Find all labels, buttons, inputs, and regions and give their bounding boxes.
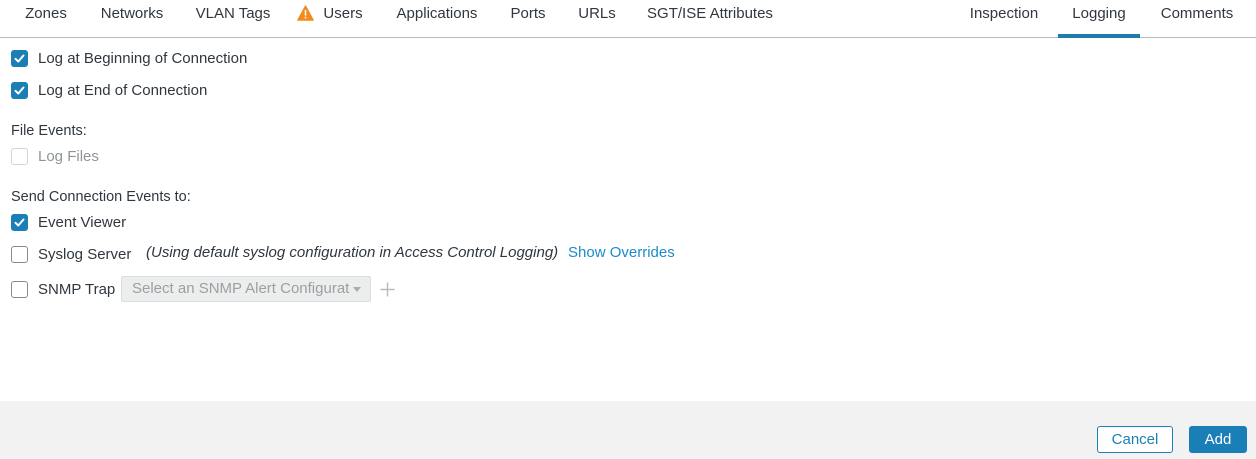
dialog-footer: Cancel Add: [0, 401, 1256, 459]
log-files-label: Log Files: [38, 147, 99, 165]
check-icon: [14, 54, 25, 62]
add-button[interactable]: Add: [1189, 426, 1247, 453]
log-files-checkbox: [11, 147, 28, 165]
log-files-row: Log Files: [11, 146, 99, 166]
tab-logging[interactable]: Logging: [1058, 0, 1140, 38]
tab-ports[interactable]: Ports: [503, 0, 553, 37]
snmp-alert-select-text: Select an SNMP Alert Configurat: [132, 280, 350, 297]
log-end-checkbox[interactable]: [11, 81, 28, 99]
tab-users[interactable]: Users: [318, 0, 368, 37]
snmp-trap-row: SNMP Trap: [11, 279, 115, 299]
log-beginning-label: Log at Beginning of Connection: [38, 49, 248, 67]
tab-bar: Zones Networks VLAN Tags Users Applicati…: [0, 0, 1256, 38]
tab-networks[interactable]: Networks: [95, 0, 169, 37]
tab-vlan-tags[interactable]: VLAN Tags: [188, 0, 278, 37]
tab-applications[interactable]: Applications: [389, 0, 485, 37]
event-viewer-checkbox[interactable]: [11, 213, 28, 231]
warning-icon: [297, 5, 314, 21]
log-end-row: Log at End of Connection: [11, 80, 207, 100]
cancel-button[interactable]: Cancel: [1097, 426, 1173, 453]
show-overrides-link[interactable]: Show Overrides: [568, 244, 675, 261]
event-viewer-label: Event Viewer: [38, 213, 127, 231]
log-end-label: Log at End of Connection: [38, 81, 208, 99]
snmp-trap-checkbox[interactable]: [11, 280, 28, 298]
file-events-heading: File Events:: [11, 123, 87, 139]
tab-inspection[interactable]: Inspection: [962, 0, 1046, 37]
tab-comments[interactable]: Comments: [1152, 0, 1242, 37]
syslog-server-checkbox[interactable]: [11, 245, 28, 263]
tab-zones[interactable]: Zones: [13, 0, 79, 37]
syslog-note: (Using default syslog configuration in A…: [146, 244, 559, 261]
send-events-heading: Send Connection Events to:: [11, 189, 191, 205]
event-viewer-row: Event Viewer: [11, 212, 126, 232]
plus-icon[interactable]: [379, 281, 396, 298]
tab-sgt-ise-attributes[interactable]: SGT/ISE Attributes: [641, 0, 779, 37]
log-beginning-row: Log at Beginning of Connection: [11, 48, 247, 68]
check-icon: [14, 86, 25, 94]
snmp-trap-label: SNMP Trap: [38, 280, 116, 298]
log-beginning-checkbox[interactable]: [11, 49, 28, 67]
syslog-server-label: Syslog Server: [38, 245, 132, 263]
chevron-down-icon: [353, 287, 361, 292]
check-icon: [14, 218, 25, 226]
tab-urls[interactable]: URLs: [573, 0, 621, 37]
syslog-server-row: Syslog Server: [11, 244, 131, 264]
snmp-alert-select[interactable]: Select an SNMP Alert Configurat: [121, 276, 371, 302]
